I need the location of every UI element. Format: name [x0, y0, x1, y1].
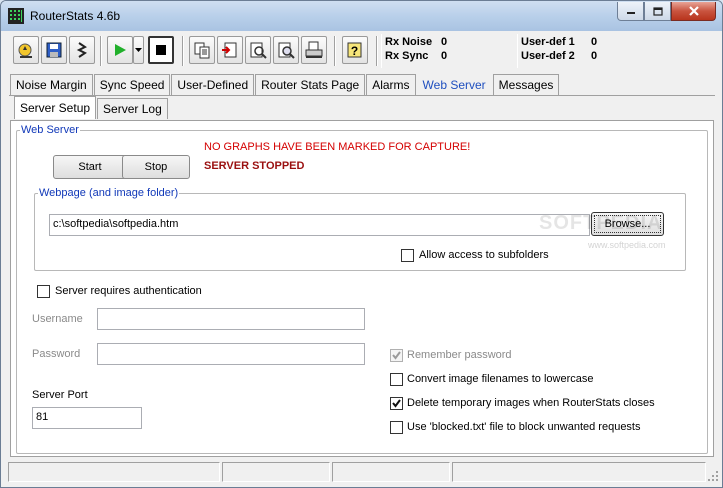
watermark-text: SOFTPEDIA: [539, 212, 663, 234]
help-button[interactable]: ?: [342, 36, 368, 64]
remember-password-label: Remember password: [407, 349, 512, 361]
status-cell-3: [332, 462, 450, 482]
web-server-legend: Web Server: [21, 124, 79, 136]
export-button[interactable]: [217, 36, 243, 64]
play-icon: [115, 44, 126, 56]
settings-icon: [76, 42, 87, 58]
minimize-icon: [626, 12, 635, 14]
tabs-divider: [9, 95, 715, 96]
tab-user-defined[interactable]: User-Defined: [171, 74, 255, 95]
main-tabs: Noise Margin Sync Speed User-Defined Rou…: [10, 74, 560, 96]
userdef2-value: 0: [591, 50, 598, 62]
rx-noise-label: Rx Noise: [385, 36, 433, 48]
settings-button[interactable]: [69, 36, 95, 64]
minimize-button[interactable]: [617, 2, 644, 21]
server-status: SERVER STOPPED: [204, 160, 305, 172]
app-window: RouterStats 4.6b ? Rx Noise 0 Rx Sync 0 …: [0, 0, 723, 488]
play-button[interactable]: [107, 36, 133, 64]
password-input[interactable]: [97, 343, 365, 365]
userdef2-label: User-def 2: [521, 50, 575, 62]
rx-sync-value: 0: [441, 50, 448, 62]
tab-router-stats-page[interactable]: Router Stats Page: [255, 74, 366, 95]
userdef1-label: User-def 1: [521, 36, 575, 48]
server-setup-page: Web Server Start Stop NO GRAPHS HAVE BEE…: [10, 120, 714, 457]
title-bar[interactable]: RouterStats 4.6b: [1, 1, 722, 31]
blocked-txt-label: Use 'blocked.txt' file to block unwanted…: [407, 421, 641, 433]
rx-sync-label: Rx Sync: [385, 50, 429, 62]
tab-noise-margin[interactable]: Noise Margin: [10, 74, 93, 95]
stop-button[interactable]: [148, 36, 174, 64]
username-label: Username: [32, 313, 83, 325]
sub-tabs: Server Setup Server Log: [14, 96, 169, 120]
toolbar: ? Rx Noise 0 Rx Sync 0 User-def 1 0 User…: [9, 34, 715, 71]
save-button[interactable]: [41, 36, 67, 64]
stop-server-button[interactable]: Stop: [122, 155, 190, 179]
copy-icon: [194, 42, 210, 59]
checkmark-icon: [392, 399, 401, 408]
svg-text:?: ?: [351, 44, 358, 58]
status-bar: [5, 462, 719, 482]
requires-auth-label: Server requires authentication: [55, 285, 202, 297]
dropdown-arrow-icon: [135, 47, 142, 52]
delete-temp-images-checkbox[interactable]: [390, 397, 403, 410]
lowercase-filenames-label: Convert image filenames to lowercase: [407, 373, 594, 385]
tab-sync-speed[interactable]: Sync Speed: [93, 74, 171, 95]
status-cell-1: [8, 462, 220, 482]
print-button[interactable]: [301, 36, 327, 64]
connect-icon: [18, 43, 32, 58]
zoom-all-icon: [278, 42, 295, 59]
maximize-button[interactable]: [644, 2, 671, 21]
status-cell-4: [452, 462, 706, 482]
webpage-path-input[interactable]: c:\softpedia\softpedia.htm: [49, 214, 590, 236]
print-icon: [305, 41, 323, 58]
capture-warning: NO GRAPHS HAVE BEEN MARKED FOR CAPTURE!: [204, 141, 471, 153]
status-cell-2: [222, 462, 330, 482]
close-button[interactable]: [671, 2, 716, 21]
rx-stats-panel: Rx Noise 0 Rx Sync 0: [381, 34, 517, 68]
stop-icon: [156, 45, 166, 55]
window-title: RouterStats 4.6b: [30, 9, 121, 23]
webpage-legend: Webpage (and image folder): [39, 187, 179, 199]
tab-web-server[interactable]: Web Server: [416, 74, 492, 95]
tab-alarms[interactable]: Alarms: [366, 74, 416, 95]
export-icon: [222, 42, 237, 58]
subtab-server-setup[interactable]: Server Setup: [14, 96, 97, 119]
lowercase-filenames-checkbox[interactable]: [390, 373, 403, 386]
delete-temp-images-label: Delete temporary images when RouterStats…: [407, 397, 655, 409]
copy-button[interactable]: [189, 36, 215, 64]
allow-subfolders-label: Allow access to subfolders: [419, 249, 549, 261]
rx-noise-value: 0: [441, 36, 448, 48]
save-icon: [46, 42, 62, 58]
checkmark-icon: [392, 351, 401, 360]
blocked-txt-checkbox[interactable]: [390, 421, 403, 434]
routerstats-app-icon: [8, 8, 24, 24]
allow-subfolders-checkbox[interactable]: [401, 249, 414, 262]
resize-grip-icon[interactable]: [707, 470, 719, 482]
requires-auth-checkbox[interactable]: [37, 285, 50, 298]
username-input[interactable]: [97, 308, 365, 330]
userdef-stats-panel: User-def 1 0 User-def 2 0: [517, 34, 715, 68]
remember-password-checkbox[interactable]: [390, 349, 403, 362]
zoom-all-button[interactable]: [273, 36, 299, 64]
maximize-icon: [652, 6, 663, 16]
zoom-graph-icon: [250, 42, 267, 59]
userdef1-value: 0: [591, 36, 598, 48]
subtab-server-log[interactable]: Server Log: [97, 98, 168, 119]
password-label: Password: [32, 348, 81, 360]
tab-messages[interactable]: Messages: [492, 74, 560, 95]
start-button[interactable]: Start: [53, 155, 127, 179]
help-icon: ?: [347, 42, 362, 58]
close-icon: [688, 6, 699, 16]
connect-button[interactable]: [13, 36, 39, 64]
play-dropdown-button[interactable]: [133, 36, 144, 64]
server-port-input[interactable]: 81: [32, 407, 142, 429]
watermark-url: www.softpedia.com: [588, 240, 666, 250]
zoom-graph-button[interactable]: [245, 36, 271, 64]
server-port-label: Server Port: [32, 389, 88, 401]
